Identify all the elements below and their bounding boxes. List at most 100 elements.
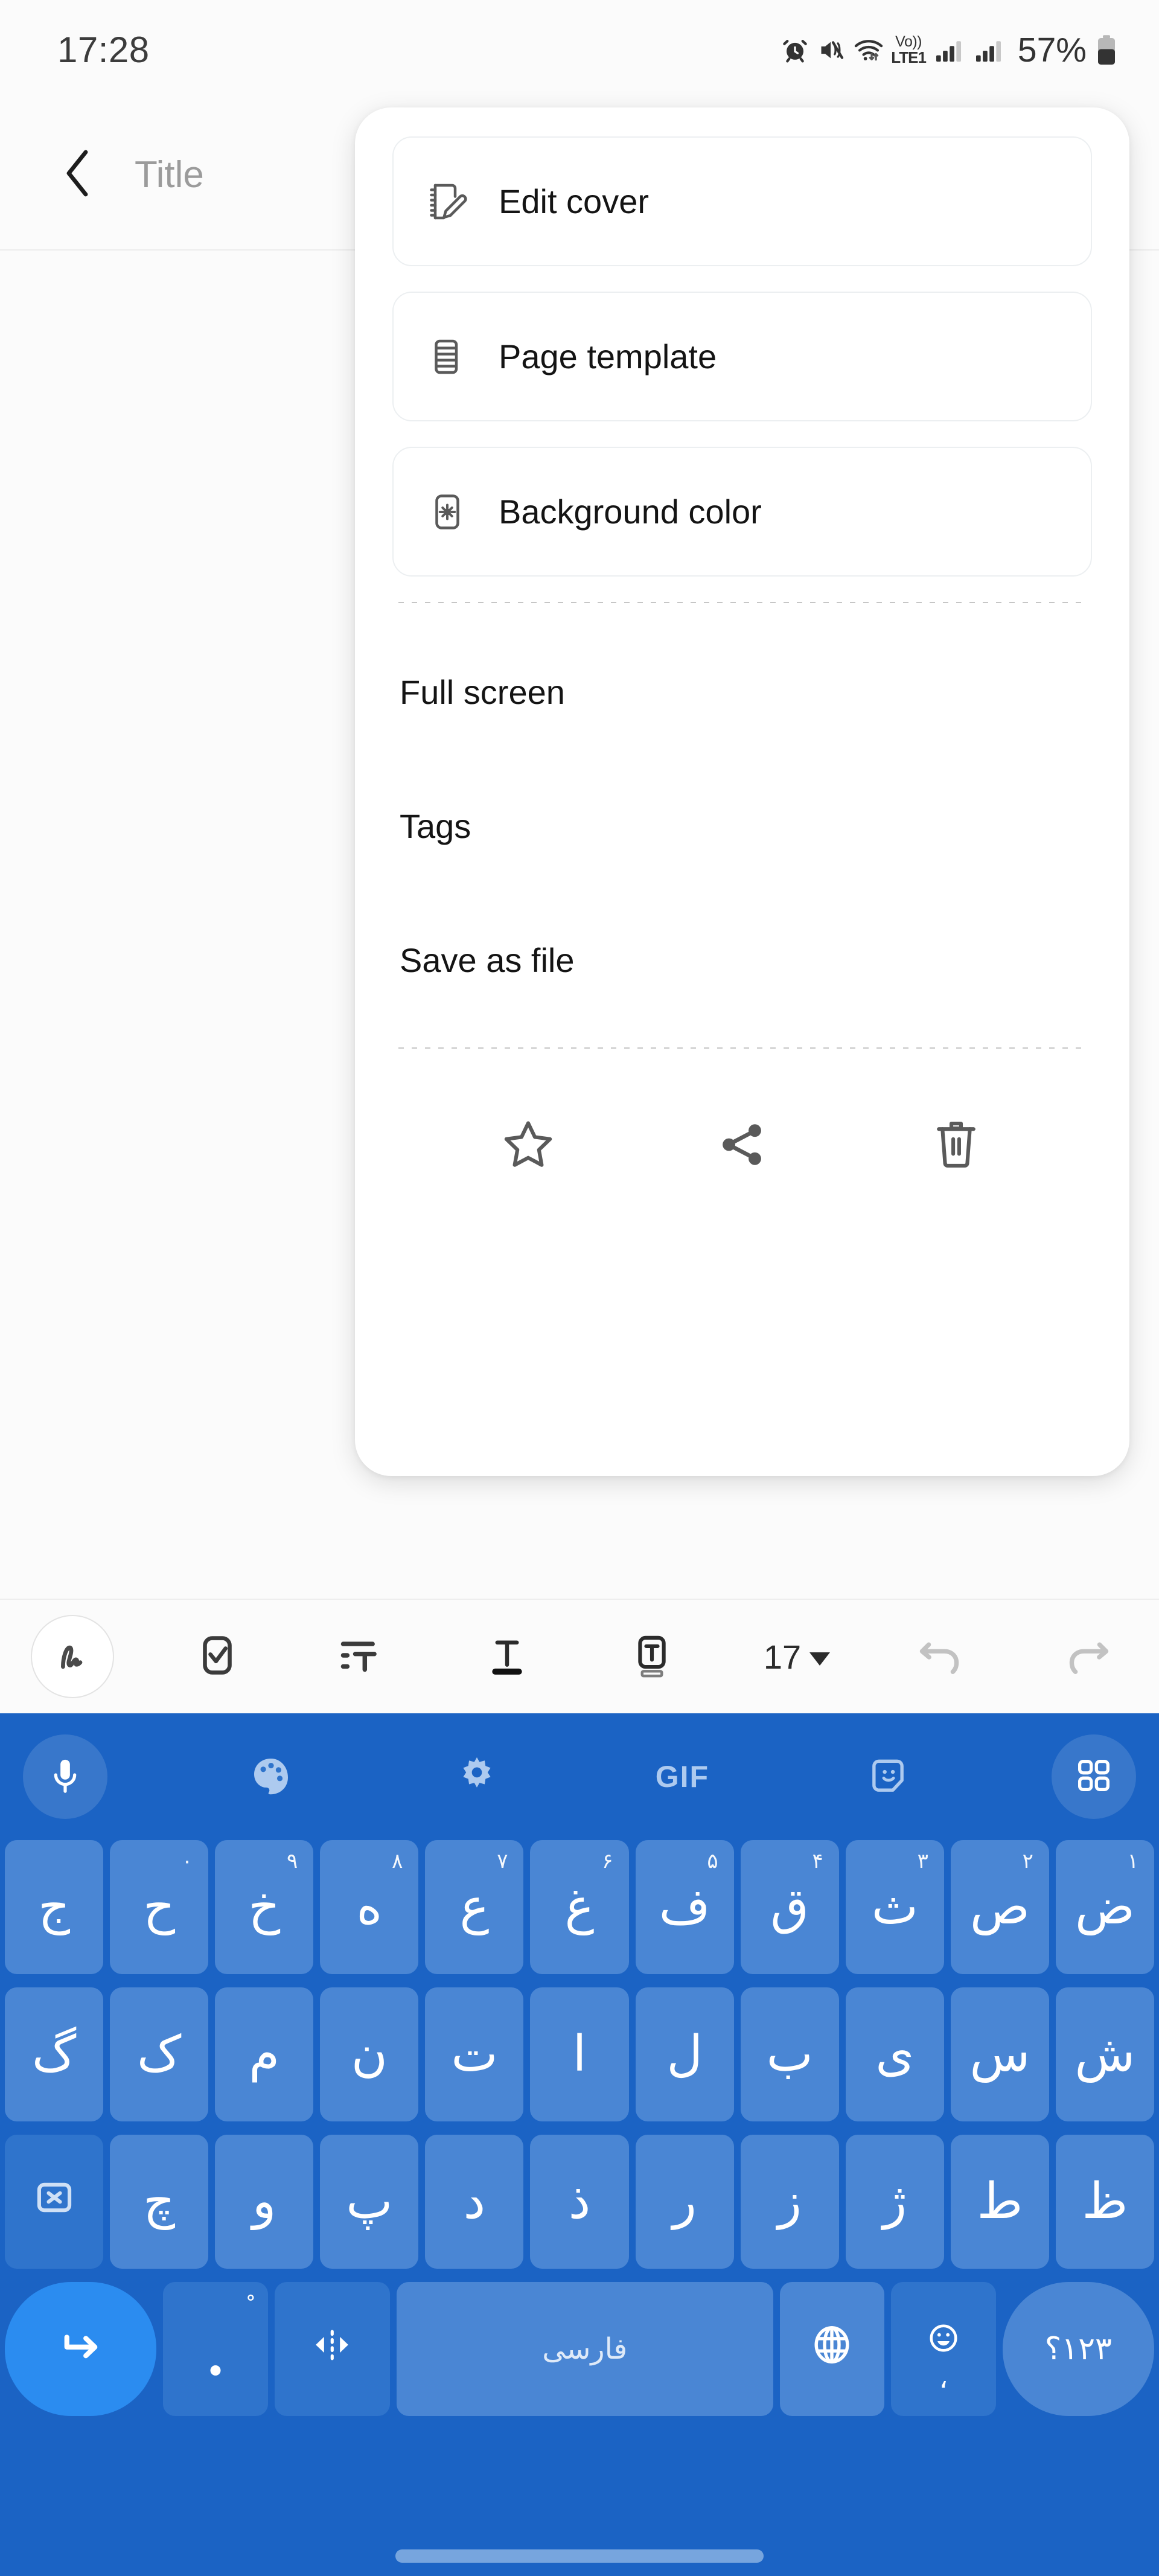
- key-sin[interactable]: س: [951, 1987, 1049, 2121]
- key-label: پ: [346, 2177, 392, 2226]
- key-sup: ۹: [287, 1851, 298, 1871]
- undo-button[interactable]: [869, 1599, 1014, 1714]
- cursor-move-key[interactable]: [275, 2282, 390, 2416]
- key-te[interactable]: ت: [425, 1987, 523, 2121]
- emoji-key[interactable]: ،: [891, 2282, 995, 2416]
- key-jim[interactable]: ج: [5, 1840, 103, 1974]
- chevron-down-icon: [809, 1652, 830, 1666]
- keyboard-settings-button[interactable]: [435, 1734, 519, 1819]
- home-indicator-bar[interactable]: [395, 2549, 764, 2563]
- key-ghain[interactable]: ۶ غ: [530, 1840, 628, 1974]
- key-sup: ۴: [812, 1851, 823, 1871]
- period-key[interactable]: ْ: [163, 2282, 267, 2416]
- handwriting-tool-button[interactable]: [0, 1599, 145, 1714]
- voice-input-button[interactable]: [23, 1734, 107, 1819]
- key-ze[interactable]: ز: [741, 2135, 839, 2269]
- key-hhe[interactable]: ۰ ح: [110, 1840, 208, 1974]
- key-label: ل: [666, 2030, 703, 2079]
- key-zhe[interactable]: ژ: [846, 2135, 944, 2269]
- menu-item-full-screen[interactable]: Full screen: [392, 625, 1092, 759]
- key-mim[interactable]: م: [215, 1987, 313, 2121]
- key-label: ض: [1075, 1882, 1135, 1932]
- symbols-key[interactable]: ۱۲۳؟: [1003, 2282, 1154, 2416]
- page-title[interactable]: Title: [135, 153, 204, 196]
- key-che[interactable]: چ: [110, 2135, 208, 2269]
- key-label: ع: [459, 1882, 489, 1932]
- key-alef[interactable]: ا: [530, 1987, 628, 2121]
- emoji-smiley-icon: [927, 2313, 960, 2363]
- text-format-button[interactable]: [435, 1599, 580, 1714]
- key-re[interactable]: ر: [636, 2135, 734, 2269]
- key-dal[interactable]: د: [425, 2135, 523, 2269]
- trash-icon: [928, 1117, 984, 1175]
- system-navigation-bar: [0, 2536, 1159, 2576]
- key-sup: ۶: [602, 1851, 613, 1871]
- key-gaf[interactable]: گ: [5, 1987, 103, 2121]
- menu-item-edit-cover[interactable]: Edit cover: [392, 136, 1092, 266]
- gif-button[interactable]: GIF: [640, 1734, 724, 1819]
- key-label: ن: [351, 2030, 388, 2079]
- symbols-key-label: ۱۲۳؟: [1045, 2333, 1112, 2365]
- checklist-button[interactable]: [145, 1599, 290, 1714]
- key-kaf[interactable]: ک: [110, 1987, 208, 2121]
- menu-divider-top: [398, 602, 1086, 603]
- key-ta[interactable]: ط: [951, 2135, 1049, 2269]
- back-button[interactable]: [57, 149, 100, 200]
- keyboard-row-bottom: ۱۲۳؟ ،: [0, 2282, 1159, 2416]
- space-key[interactable]: فارسی: [397, 2282, 773, 2416]
- font-size-control[interactable]: 17: [764, 1637, 830, 1676]
- undo-arrow-icon: [914, 1628, 969, 1686]
- keyboard-row-3: ظ ط ژ ز ر ذ د پ و چ: [0, 2135, 1159, 2269]
- text-box-button[interactable]: [580, 1599, 724, 1714]
- color-settings-icon: [425, 490, 470, 534]
- enter-key[interactable]: [5, 2282, 156, 2416]
- key-sup: ۸: [392, 1851, 403, 1871]
- key-zad[interactable]: ۱ ض: [1056, 1840, 1154, 1974]
- key-sup: ۵: [707, 1851, 718, 1871]
- key-be[interactable]: ب: [741, 1987, 839, 2121]
- sticker-button[interactable]: [846, 1734, 930, 1819]
- key-fe[interactable]: ۵ ف: [636, 1840, 734, 1974]
- backspace-key[interactable]: [5, 2135, 103, 2269]
- menu-item-label: Background color: [499, 492, 762, 531]
- key-the[interactable]: ۳ ث: [846, 1840, 944, 1974]
- keyboard-more-button[interactable]: [1052, 1734, 1136, 1819]
- keyboard-theme-button[interactable]: [229, 1734, 313, 1819]
- key-label: ق: [770, 1882, 809, 1932]
- favorite-button[interactable]: [489, 1107, 567, 1185]
- gif-label: GIF: [656, 1759, 709, 1794]
- key-za[interactable]: ظ: [1056, 2135, 1154, 2269]
- key-sup: ۱: [1128, 1851, 1138, 1871]
- key-nun[interactable]: ن: [320, 1987, 418, 2121]
- note-pencil-icon: [425, 179, 470, 224]
- key-qaf[interactable]: ۴ ق: [741, 1840, 839, 1974]
- key-label: چ: [143, 2177, 175, 2226]
- menu-item-background-color[interactable]: Background color: [392, 447, 1092, 577]
- key-label: غ: [565, 1882, 595, 1932]
- language-switch-key[interactable]: [780, 2282, 884, 2416]
- key-pe[interactable]: پ: [320, 2135, 418, 2269]
- menu-item-save-as-file[interactable]: Save as file: [392, 893, 1092, 1027]
- volte-bottom-label: LTE1: [891, 50, 926, 65]
- redo-button[interactable]: [1014, 1599, 1159, 1714]
- phone-screen: 17:28: [0, 0, 1159, 2576]
- menu-item-page-template[interactable]: Page template: [392, 292, 1092, 421]
- share-button[interactable]: [703, 1107, 781, 1185]
- volte-top-label: Vo)): [895, 34, 922, 50]
- key-he[interactable]: ۸ ه: [320, 1840, 418, 1974]
- font-size-button[interactable]: 17: [724, 1599, 869, 1714]
- menu-item-tags[interactable]: Tags: [392, 759, 1092, 893]
- key-ye[interactable]: ی: [846, 1987, 944, 2121]
- delete-button[interactable]: [917, 1107, 995, 1185]
- key-sup: ۰: [182, 1851, 193, 1871]
- key-vav[interactable]: و: [215, 2135, 313, 2269]
- key-ain[interactable]: ۷ ع: [425, 1840, 523, 1974]
- key-khe[interactable]: ۹ خ: [215, 1840, 313, 1974]
- key-zal[interactable]: ذ: [530, 2135, 628, 2269]
- key-lam[interactable]: ل: [636, 1987, 734, 2121]
- space-key-label: فارسی: [542, 2335, 627, 2363]
- key-shin[interactable]: ش: [1056, 1987, 1154, 2121]
- key-sad[interactable]: ۲ ص: [951, 1840, 1049, 1974]
- key-label: خ: [248, 1882, 280, 1932]
- paragraph-style-button[interactable]: [290, 1599, 435, 1714]
